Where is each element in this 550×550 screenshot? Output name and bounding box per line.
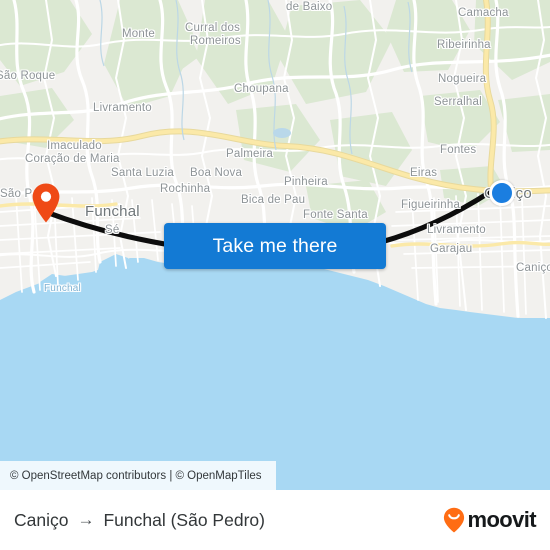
map-pin-icon xyxy=(32,183,60,223)
map-canvas[interactable]: de Baixo Camacha Monte Curral dos Romeiros Ri… xyxy=(0,0,550,490)
footer-bar: Caniço → Funchal (São Pedro) moovit xyxy=(0,490,550,550)
destination-map-dot[interactable] xyxy=(489,180,515,206)
arrow-right-icon: → xyxy=(77,509,95,529)
moovit-pin-icon xyxy=(444,507,465,533)
route-origin-label: Caniço xyxy=(14,509,69,530)
map-share-card: de Baixo Camacha Monte Curral dos Romeiros Ri… xyxy=(0,0,550,550)
moovit-wordmark: moovit xyxy=(467,507,536,532)
moovit-logo[interactable]: moovit xyxy=(443,507,537,533)
attribution-text[interactable]: © OpenStreetMap contributors | © OpenMap… xyxy=(10,470,262,482)
route-destination-label: Funchal (São Pedro) xyxy=(103,509,265,530)
origin-map-pin[interactable] xyxy=(31,182,61,224)
map-attribution-bar: © OpenStreetMap contributors | © OpenMap… xyxy=(0,461,276,490)
take-me-there-button[interactable]: Take me there xyxy=(164,223,386,269)
route-summary: Caniço → Funchal (São Pedro) xyxy=(14,510,265,531)
